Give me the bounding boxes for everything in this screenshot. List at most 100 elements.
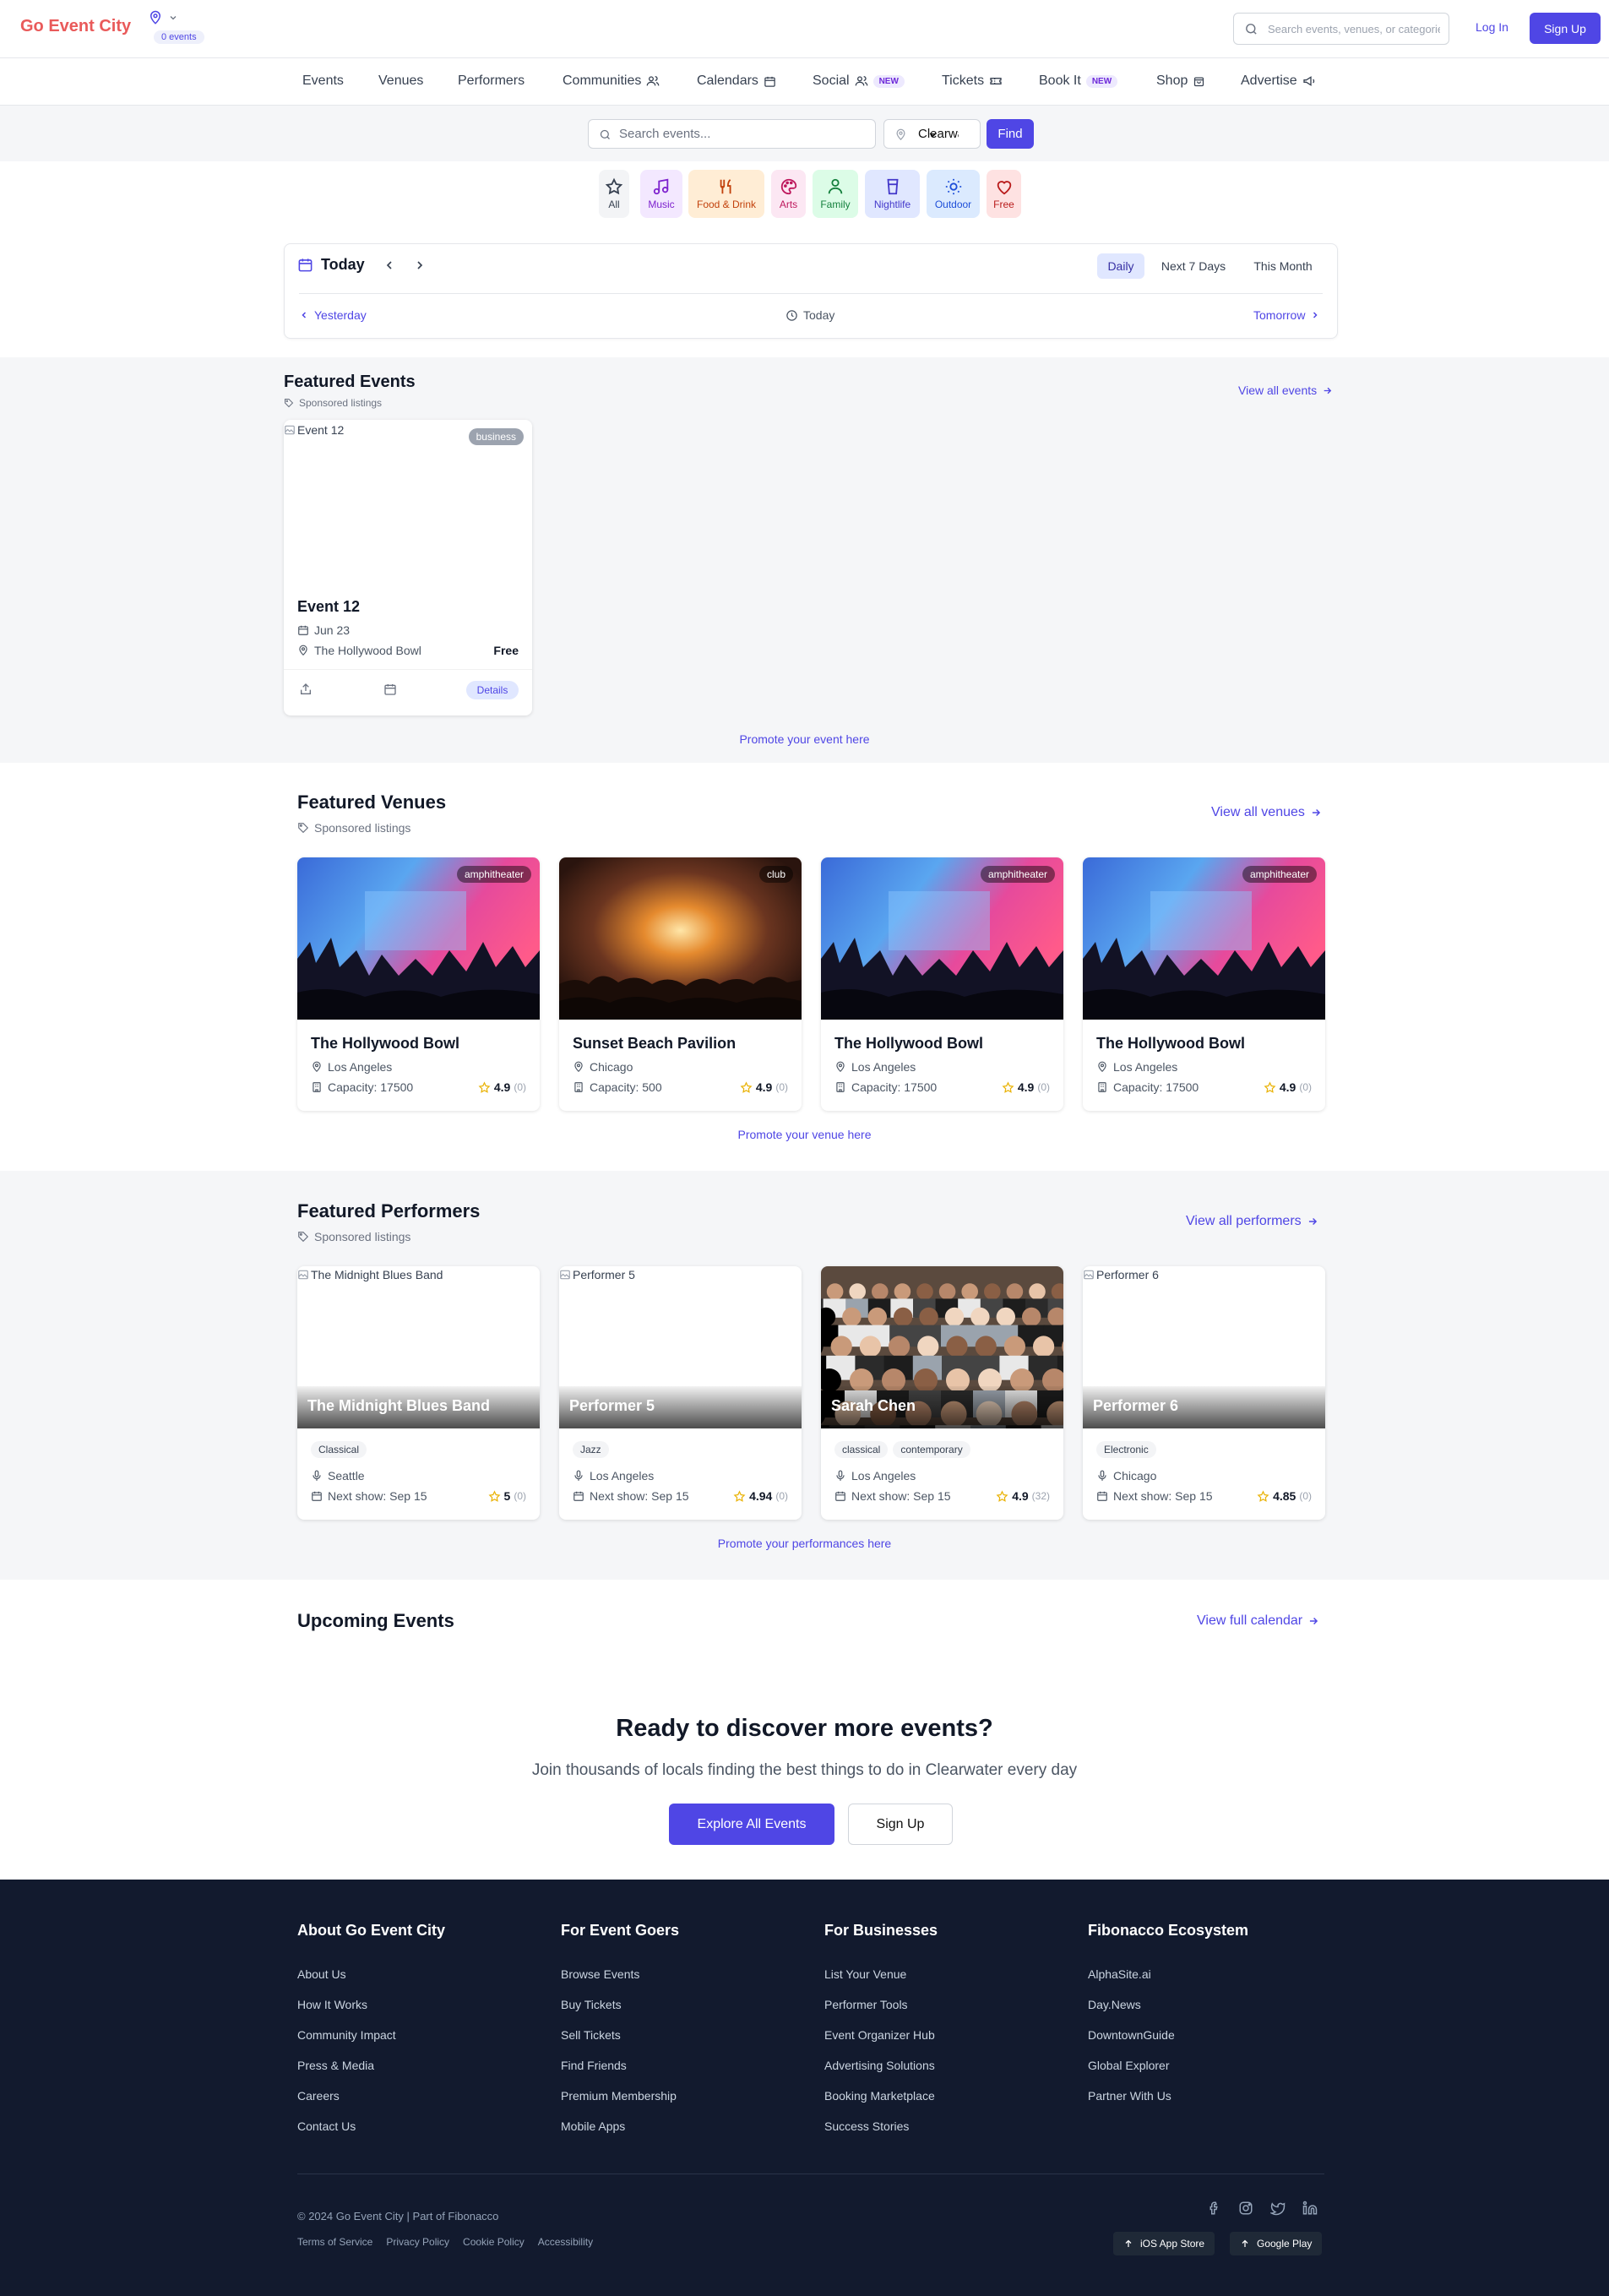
- footer-link[interactable]: Event Organizer Hub: [824, 2028, 935, 2042]
- nav-events[interactable]: Events: [302, 73, 344, 89]
- header-search-input[interactable]: Search events, venues, or categories: [1233, 13, 1449, 45]
- twitter-icon[interactable]: [1270, 2201, 1286, 2216]
- star-icon: [740, 1080, 753, 1094]
- arrow-right-icon: [1307, 1615, 1319, 1627]
- footer-link[interactable]: Booking Marketplace: [824, 2089, 935, 2103]
- footer-link[interactable]: Mobile Apps: [561, 2119, 625, 2133]
- footer-link[interactable]: Buy Tickets: [561, 1998, 622, 2011]
- logo[interactable]: Go Event City: [20, 17, 131, 36]
- users-icon: [855, 74, 868, 88]
- category-family[interactable]: Family: [813, 170, 858, 218]
- category-arts[interactable]: Arts: [771, 170, 806, 218]
- category-nightlife[interactable]: Nightlife: [865, 170, 920, 218]
- nav-book-it[interactable]: Book It NEW: [1039, 73, 1118, 89]
- explore-all-events-button[interactable]: Explore All Events: [669, 1804, 834, 1845]
- signup-button[interactable]: Sign Up: [1530, 13, 1601, 44]
- footer-link[interactable]: Community Impact: [297, 2028, 396, 2042]
- venue-card[interactable]: amphitheater The Hollywood Bowl Los Ange…: [1083, 857, 1325, 1111]
- venue-name: The Hollywood Bowl: [1096, 1035, 1245, 1052]
- performer-name: Sarah Chen: [831, 1397, 916, 1414]
- venue-location: Los Angeles: [1096, 1060, 1177, 1074]
- microphone-icon: [311, 1470, 323, 1482]
- sponsored-text: Sponsored listings: [314, 1230, 411, 1243]
- details-button[interactable]: Details: [466, 681, 519, 699]
- category-food-drink[interactable]: Food & Drink: [688, 170, 764, 218]
- nav-tickets[interactable]: Tickets: [942, 73, 1003, 89]
- footer-link[interactable]: Advertising Solutions: [824, 2059, 935, 2072]
- category-free[interactable]: Free: [987, 170, 1021, 218]
- performer-card[interactable]: The Midnight Blues Band The Midnight Blu…: [297, 1266, 540, 1520]
- building-icon: [573, 1081, 584, 1093]
- nav-advertise[interactable]: Advertise: [1241, 73, 1316, 89]
- footer-link[interactable]: Find Friends: [561, 2059, 627, 2072]
- login-link[interactable]: Log In: [1476, 20, 1508, 34]
- category-music[interactable]: Music: [640, 170, 682, 218]
- view-all-performers-link[interactable]: View all performers: [1186, 1214, 1318, 1229]
- share-icon[interactable]: [299, 683, 313, 696]
- nav-calendars[interactable]: Calendars: [697, 73, 776, 89]
- category-outdoor[interactable]: Outdoor: [927, 170, 980, 218]
- footer-link[interactable]: Global Explorer: [1088, 2059, 1170, 2072]
- chevron-right-icon[interactable]: [413, 258, 427, 272]
- tab-this-month[interactable]: This Month: [1243, 253, 1323, 279]
- chevron-right-icon: [1310, 310, 1320, 320]
- linkedin-icon[interactable]: [1302, 2201, 1318, 2216]
- venue-card[interactable]: amphitheater The Hollywood Bowl Los Ange…: [297, 857, 540, 1111]
- footer-link[interactable]: AlphaSite.ai: [1088, 1967, 1151, 1981]
- nav-venues[interactable]: Venues: [378, 73, 423, 89]
- cta-signup-button[interactable]: Sign Up: [848, 1804, 953, 1845]
- yesterday-link[interactable]: Yesterday: [299, 308, 367, 322]
- nav-shop[interactable]: Shop: [1156, 73, 1205, 89]
- tab-next-7-days[interactable]: Next 7 Days: [1153, 253, 1234, 279]
- performer-card[interactable]: Sarah Chen classical contemporary Los Ang…: [821, 1266, 1063, 1520]
- footer-link[interactable]: Contact Us: [297, 2119, 356, 2133]
- footer-link[interactable]: Careers: [297, 2089, 340, 2103]
- google-play-button[interactable]: Google Play: [1230, 2232, 1323, 2255]
- nav-communities[interactable]: Communities: [563, 73, 660, 89]
- category-all[interactable]: All: [599, 170, 629, 218]
- chevron-left-icon[interactable]: [383, 258, 396, 272]
- location-selector[interactable]: [148, 10, 178, 25]
- performer-image-placeholder: The Midnight Blues Band: [297, 1268, 443, 1281]
- footer-link[interactable]: List Your Venue: [824, 1967, 906, 1981]
- footer-link[interactable]: Sell Tickets: [561, 2028, 621, 2042]
- event-card[interactable]: Event 12 business Event 12 Jun 23 The Ho…: [284, 420, 532, 715]
- view-all-events-link[interactable]: View all events: [1238, 384, 1333, 397]
- footer-link[interactable]: Success Stories: [824, 2119, 909, 2133]
- footer-link[interactable]: DowntownGuide: [1088, 2028, 1175, 2042]
- footer-link[interactable]: Premium Membership: [561, 2089, 677, 2103]
- nav-performers[interactable]: Performers: [458, 73, 525, 89]
- ios-app-store-button[interactable]: iOS App Store: [1113, 2232, 1215, 2255]
- rating-count: (0): [1037, 1081, 1050, 1093]
- promote-event-link[interactable]: Promote your event here: [0, 732, 1609, 746]
- cookie-link[interactable]: Cookie Policy: [463, 2236, 525, 2248]
- footer-link[interactable]: Press & Media: [297, 2059, 374, 2072]
- performer-card[interactable]: Performer 5 Performer 5 Jazz Los Angeles…: [559, 1266, 802, 1520]
- footer-link[interactable]: Performer Tools: [824, 1998, 908, 2011]
- find-button[interactable]: Find: [987, 119, 1034, 149]
- event-search-input[interactable]: Search events...: [588, 119, 876, 149]
- footer-link[interactable]: Partner With Us: [1088, 2089, 1171, 2103]
- instagram-icon[interactable]: [1238, 2201, 1253, 2216]
- venue-card[interactable]: amphitheater The Hollywood Bowl Los Ange…: [821, 857, 1063, 1111]
- nav-social[interactable]: Social NEW: [813, 73, 905, 89]
- footer-link[interactable]: About Us: [297, 1967, 346, 1981]
- privacy-link[interactable]: Privacy Policy: [386, 2236, 449, 2248]
- tab-daily[interactable]: Daily: [1097, 253, 1144, 279]
- tomorrow-link[interactable]: Tomorrow: [1253, 308, 1320, 322]
- promote-performance-link[interactable]: Promote your performances here: [0, 1537, 1609, 1550]
- footer-link[interactable]: Day.News: [1088, 1998, 1141, 2011]
- performer-card[interactable]: Performer 6 Performer 6 Electronic Chica…: [1083, 1266, 1325, 1520]
- add-to-calendar-icon[interactable]: [383, 683, 397, 696]
- location-select[interactable]: Clearwater: [883, 119, 981, 149]
- terms-link[interactable]: Terms of Service: [297, 2236, 372, 2248]
- facebook-icon[interactable]: [1206, 2201, 1221, 2216]
- footer-link[interactable]: Browse Events: [561, 1967, 639, 1981]
- view-all-venues-link[interactable]: View all venues: [1211, 805, 1322, 820]
- footer-link[interactable]: How It Works: [297, 1998, 367, 2011]
- view-full-calendar-link[interactable]: View full calendar: [1197, 1613, 1319, 1629]
- promote-venue-link[interactable]: Promote your venue here: [0, 1128, 1609, 1141]
- accessibility-link[interactable]: Accessibility: [538, 2236, 593, 2248]
- venue-card[interactable]: club Sunset Beach Pavilion Chicago Capac…: [559, 857, 802, 1111]
- rating-count: (0): [514, 1081, 526, 1093]
